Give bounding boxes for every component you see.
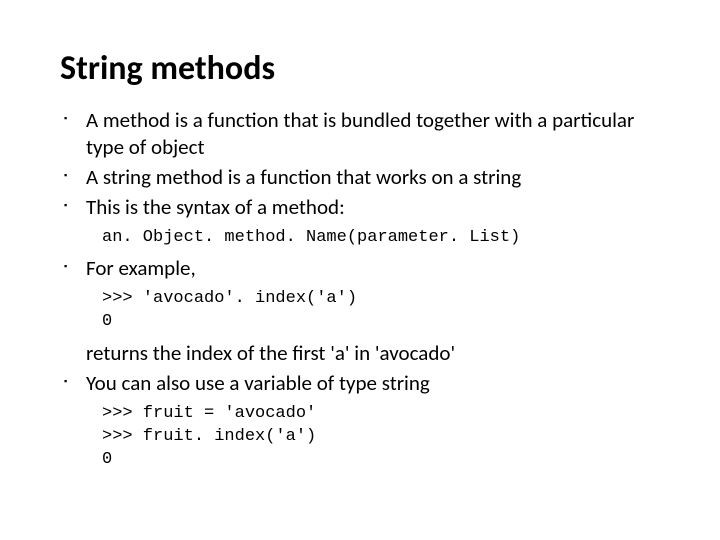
code-syntax: an. Object. method. Name(parameter. List… <box>102 227 660 250</box>
bullet-list: For example, <box>60 255 660 282</box>
code-example-1: >>> 'avocado'. index('a') 0 <box>102 288 660 334</box>
bullet-list: You can also use a variable of type stri… <box>60 370 660 397</box>
bullet-item: A method is a function that is bundled t… <box>86 107 660 161</box>
bullet-item: You can also use a variable of type stri… <box>86 370 660 397</box>
slide: String methods A method is a function th… <box>0 0 720 518</box>
bullet-item: This is the syntax of a method: <box>86 194 660 221</box>
slide-title: String methods <box>60 48 660 89</box>
code-example-2: >>> fruit = 'avocado' >>> fruit. index('… <box>102 403 660 472</box>
returns-text: returns the index of the first 'a' in 'a… <box>86 340 660 367</box>
bullet-item: A string method is a function that works… <box>86 164 660 191</box>
bullet-item: For example, <box>86 255 660 282</box>
bullet-list: A method is a function that is bundled t… <box>60 107 660 221</box>
